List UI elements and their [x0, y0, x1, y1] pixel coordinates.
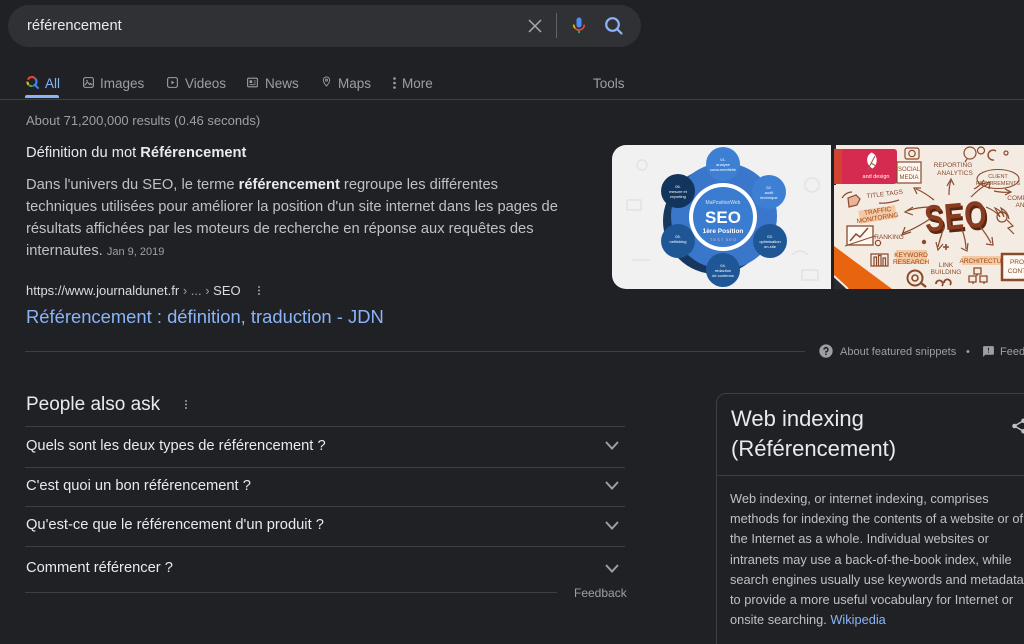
svg-text:netlinking: netlinking [670, 239, 687, 244]
svg-text:REPORTING: REPORTING [934, 162, 973, 169]
svg-text:T E S T S E O: T E S T S E O [710, 237, 736, 242]
svg-text:KEYWORD: KEYWORD [894, 252, 928, 259]
svg-text:CONT: CONT [1008, 268, 1024, 275]
svg-text:1ère Position: 1ère Position [703, 228, 744, 235]
svg-text:technique: technique [760, 195, 778, 200]
svg-text:RESEARCH: RESEARCH [893, 259, 929, 266]
svg-text:SOCIAL: SOCIAL [898, 167, 921, 173]
svg-text:COMP: COMP [1007, 195, 1024, 202]
svg-text:PRO: PRO [1010, 259, 1024, 266]
svg-text:TITLE TAGS: TITLE TAGS [866, 189, 904, 200]
svg-text:and design: and design [863, 174, 890, 180]
svg-text:BUILDING: BUILDING [931, 269, 962, 276]
svg-text:on-site: on-site [764, 244, 777, 249]
svg-text:ANALYTICS: ANALYTICS [937, 170, 973, 177]
svg-text:MEDIA: MEDIA [899, 175, 918, 181]
svg-text:de contenus: de contenus [712, 273, 734, 278]
svg-text:CLIENT: CLIENT [988, 174, 1008, 180]
svg-text:SEO: SEO [705, 208, 741, 227]
svg-text:reporting: reporting [670, 194, 686, 199]
svg-text:concurrentielle: concurrentielle [710, 167, 737, 172]
svg-text:LINK: LINK [939, 262, 954, 269]
svg-text:AN: AN [1015, 202, 1024, 209]
svg-text:MaPositionWeb: MaPositionWeb [706, 200, 741, 206]
